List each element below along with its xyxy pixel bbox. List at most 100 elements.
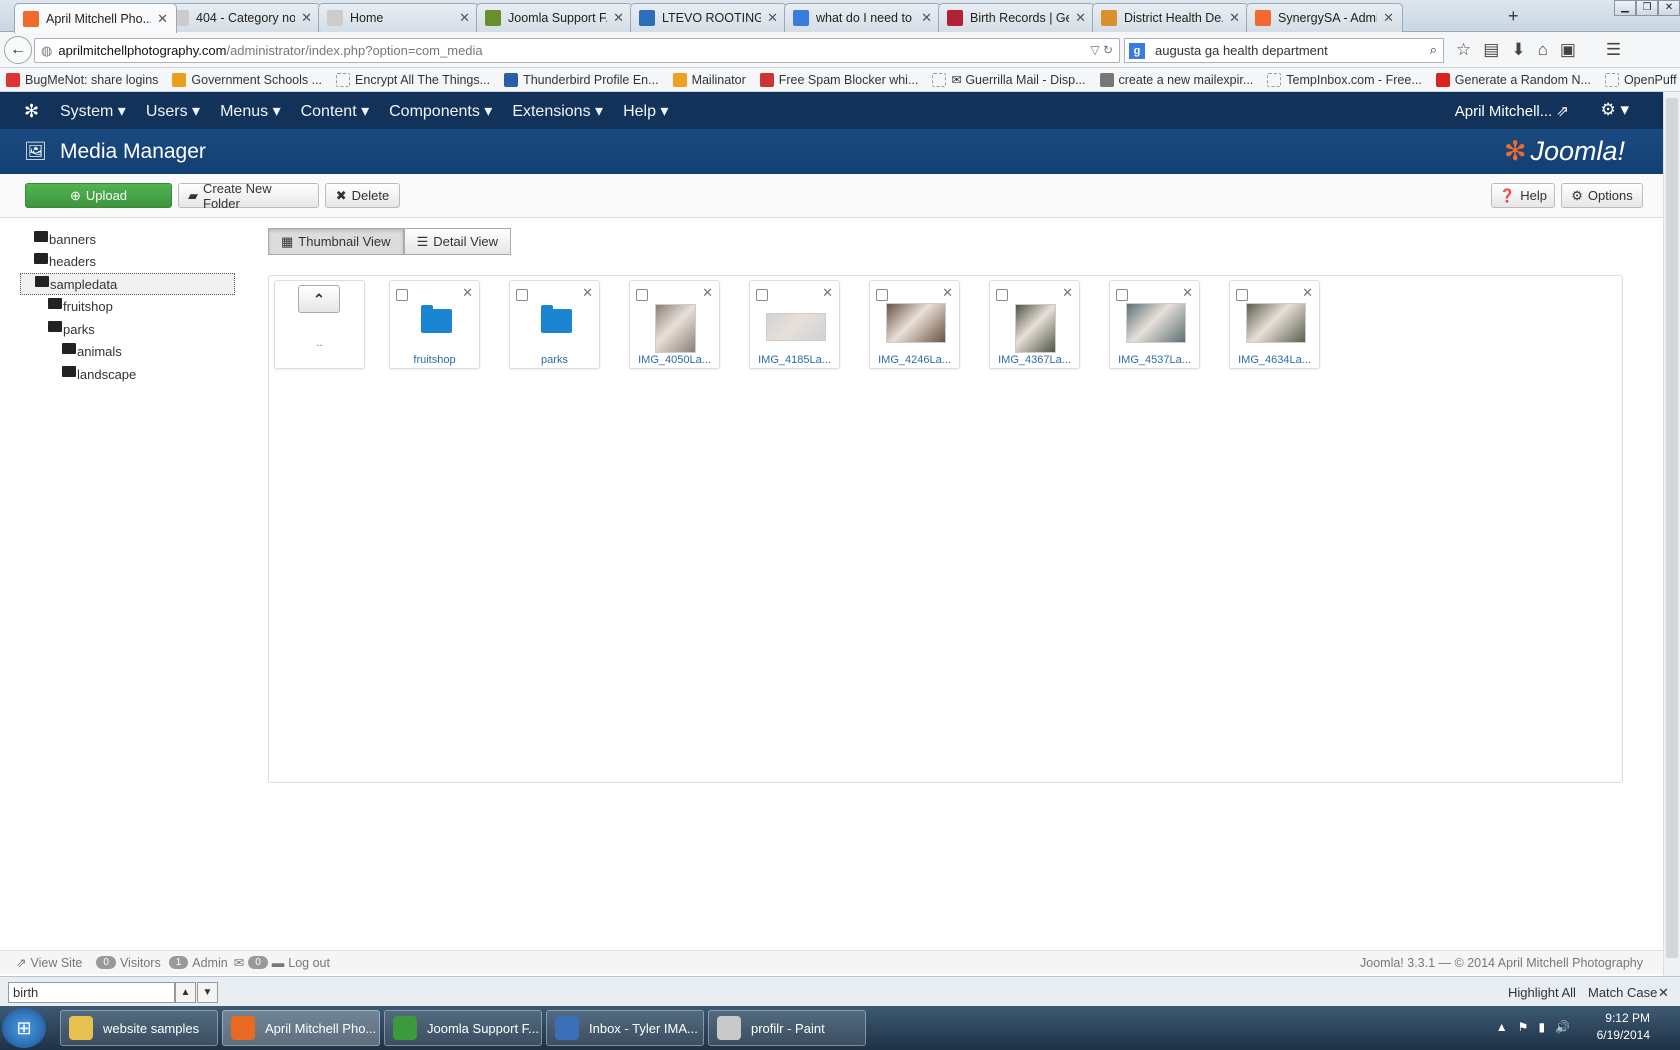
options-button[interactable]: ⚙ Options bbox=[1561, 183, 1643, 208]
browser-tab[interactable]: Birth Records | Ge... ✕ bbox=[938, 3, 1095, 32]
select-checkbox[interactable] bbox=[756, 289, 768, 301]
taskbar-item[interactable]: profilr - Paint bbox=[708, 1010, 866, 1046]
highlight-all-button[interactable]: Highlight All bbox=[1508, 985, 1576, 1000]
tree-item-banners[interactable]: banners bbox=[20, 228, 96, 250]
find-next-button[interactable]: ▼ bbox=[197, 982, 218, 1003]
admin-menu-item[interactable]: Content ▾ bbox=[301, 101, 370, 121]
reading-list-icon[interactable]: ▤ bbox=[1483, 40, 1499, 60]
create-folder-button[interactable]: ▰ Create New Folder bbox=[178, 181, 319, 211]
logout-link[interactable]: Log out bbox=[288, 956, 330, 970]
clock[interactable]: 9:12 PM 6/19/2014 bbox=[1597, 1010, 1650, 1044]
select-checkbox[interactable] bbox=[1236, 289, 1248, 301]
media-item[interactable]: ✕ IMG_4050La... bbox=[629, 280, 720, 369]
tab-close-icon[interactable]: ✕ bbox=[1075, 10, 1086, 26]
admin-menu-item[interactable]: Menus ▾ bbox=[220, 101, 281, 121]
admin-menu-item[interactable]: Components ▾ bbox=[389, 101, 492, 121]
bookmark-item[interactable]: BugMeNot: share logins bbox=[6, 72, 158, 87]
tab-close-icon[interactable]: ✕ bbox=[613, 10, 624, 26]
tree-item-landscape[interactable]: landscape bbox=[48, 363, 136, 385]
bookmark-star-icon[interactable]: ☆ bbox=[1456, 40, 1471, 60]
bookmark-item[interactable]: Mailinator bbox=[672, 72, 746, 87]
google-icon[interactable]: g bbox=[1129, 43, 1145, 59]
scrollbar-thumb[interactable] bbox=[1666, 98, 1678, 958]
tree-item-headers[interactable]: headers bbox=[20, 250, 96, 272]
joomla-logo-icon[interactable]: ✻ bbox=[24, 101, 39, 122]
browser-tab[interactable]: District Health De... ✕ bbox=[1092, 3, 1249, 32]
delete-button[interactable]: ✖ Delete bbox=[325, 183, 400, 208]
mail-icon[interactable]: ✉ bbox=[234, 955, 244, 970]
admin-menu-item[interactable]: Extensions ▾ bbox=[512, 101, 603, 121]
tab-close-icon[interactable]: ✕ bbox=[301, 10, 312, 26]
media-item[interactable]: ✕ parks bbox=[509, 280, 600, 369]
bookmark-item[interactable]: OpenPuff - Steganogr... bbox=[1604, 72, 1680, 87]
delete-x-icon[interactable]: ✕ bbox=[822, 285, 833, 301]
bookmark-item[interactable]: Free Spam Blocker whi... bbox=[759, 72, 918, 87]
detail-view-button[interactable]: ☰ Detail View bbox=[403, 228, 512, 255]
select-checkbox[interactable] bbox=[516, 289, 528, 301]
media-item[interactable]: ✕ IMG_4185La... bbox=[749, 280, 840, 369]
tab-close-icon[interactable]: ✕ bbox=[1383, 10, 1394, 26]
thumbnail-view-button[interactable]: ▦ Thumbnail View bbox=[268, 228, 404, 255]
view-site-link[interactable]: View Site bbox=[30, 956, 82, 970]
menu-icon[interactable]: ☰ bbox=[1606, 40, 1621, 60]
select-checkbox[interactable] bbox=[1116, 289, 1128, 301]
match-case-button[interactable]: Match Case bbox=[1588, 985, 1657, 1000]
gear-icon[interactable]: ⚙ ▾ bbox=[1601, 100, 1630, 120]
bookmark-item[interactable]: TempInbox.com - Free... bbox=[1267, 72, 1422, 87]
restore-icon[interactable]: ❐ bbox=[1636, 0, 1658, 16]
close-find-icon[interactable]: ✕ bbox=[1658, 985, 1669, 1001]
help-button[interactable]: ❓ Help bbox=[1491, 183, 1555, 208]
volume-icon[interactable]: 🔊 bbox=[1555, 1020, 1570, 1034]
start-button[interactable]: ⊞ bbox=[2, 1008, 46, 1048]
tab-close-icon[interactable]: ✕ bbox=[157, 11, 168, 27]
browser-tab[interactable]: LTEVO ROOTING ... ✕ bbox=[630, 3, 787, 32]
new-tab-button[interactable]: + bbox=[1508, 6, 1519, 27]
tab-close-icon[interactable]: ✕ bbox=[767, 10, 778, 26]
bookmark-item[interactable]: Encrypt All The Things... bbox=[336, 72, 490, 87]
delete-x-icon[interactable]: ✕ bbox=[462, 285, 473, 301]
tree-item-animals[interactable]: animals bbox=[48, 340, 122, 362]
tree-item-sampledata[interactable]: sampledata bbox=[20, 273, 235, 295]
browser-tab[interactable]: SynergySA - Admi... ✕ bbox=[1246, 3, 1403, 32]
folder-up-item[interactable]: ⌃ .. bbox=[274, 280, 365, 369]
search-icon[interactable]: ⌕ bbox=[1430, 42, 1437, 58]
close-window-icon[interactable]: ✕ bbox=[1658, 0, 1680, 16]
select-checkbox[interactable] bbox=[396, 289, 408, 301]
browser-tab[interactable]: what do I need to ... ✕ bbox=[784, 3, 941, 32]
search-input[interactable]: augusta ga health department bbox=[1155, 43, 1328, 58]
delete-x-icon[interactable]: ✕ bbox=[1062, 285, 1073, 301]
browser-tab[interactable]: April Mitchell Pho... ✕ bbox=[14, 3, 177, 33]
delete-x-icon[interactable]: ✕ bbox=[942, 285, 953, 301]
select-checkbox[interactable] bbox=[636, 289, 648, 301]
taskbar-item[interactable]: April Mitchell Pho... bbox=[222, 1010, 380, 1046]
tree-item-fruitshop[interactable]: fruitshop bbox=[34, 295, 113, 317]
url-bar[interactable]: ◍ aprilmitchellphotography.com/administr… bbox=[34, 38, 1120, 63]
network-icon[interactable]: ▮ bbox=[1538, 1020, 1545, 1034]
flag-icon[interactable]: ⚑ bbox=[1518, 1020, 1529, 1034]
find-input[interactable]: birth bbox=[8, 982, 175, 1003]
find-previous-button[interactable]: ▲ bbox=[175, 982, 196, 1003]
bookmark-item[interactable]: ✉ Guerrilla Mail - Disp... bbox=[932, 72, 1086, 87]
media-item[interactable]: ✕ IMG_4367La... bbox=[989, 280, 1080, 369]
bookmark-item[interactable]: Generate a Random N... bbox=[1435, 72, 1591, 87]
delete-x-icon[interactable]: ✕ bbox=[582, 285, 593, 301]
page-scrollbar[interactable] bbox=[1663, 92, 1680, 976]
chevron-up-icon[interactable]: ⌃ bbox=[298, 285, 340, 313]
admin-menu-item[interactable]: Help ▾ bbox=[623, 101, 668, 121]
bookmark-item[interactable]: create a new mailexpir... bbox=[1099, 72, 1253, 87]
bookmark-item[interactable]: Government Schools ... bbox=[172, 72, 322, 87]
select-checkbox[interactable] bbox=[876, 289, 888, 301]
download-icon[interactable]: ⬇ bbox=[1511, 40, 1525, 60]
user-menu[interactable]: April Mitchell... ⇗ bbox=[1455, 102, 1569, 120]
taskbar-item[interactable]: Inbox - Tyler IMA... bbox=[546, 1010, 704, 1046]
home-icon[interactable]: ⌂ bbox=[1538, 40, 1548, 60]
browser-tab[interactable]: Home ✕ bbox=[318, 3, 479, 32]
admin-menu-item[interactable]: Users ▾ bbox=[146, 101, 200, 121]
media-item[interactable]: ✕ IMG_4634La... bbox=[1229, 280, 1320, 369]
search-bar[interactable]: g augusta ga health department ⌕ bbox=[1124, 38, 1444, 63]
reload-icon[interactable]: ▽ ↻ bbox=[1090, 43, 1113, 57]
admin-menu-item[interactable]: System ▾ bbox=[60, 101, 126, 121]
tab-close-icon[interactable]: ✕ bbox=[1229, 10, 1240, 26]
taskbar-item[interactable]: website samples bbox=[60, 1010, 218, 1046]
taskbar-item[interactable]: Joomla Support F... bbox=[384, 1010, 542, 1046]
